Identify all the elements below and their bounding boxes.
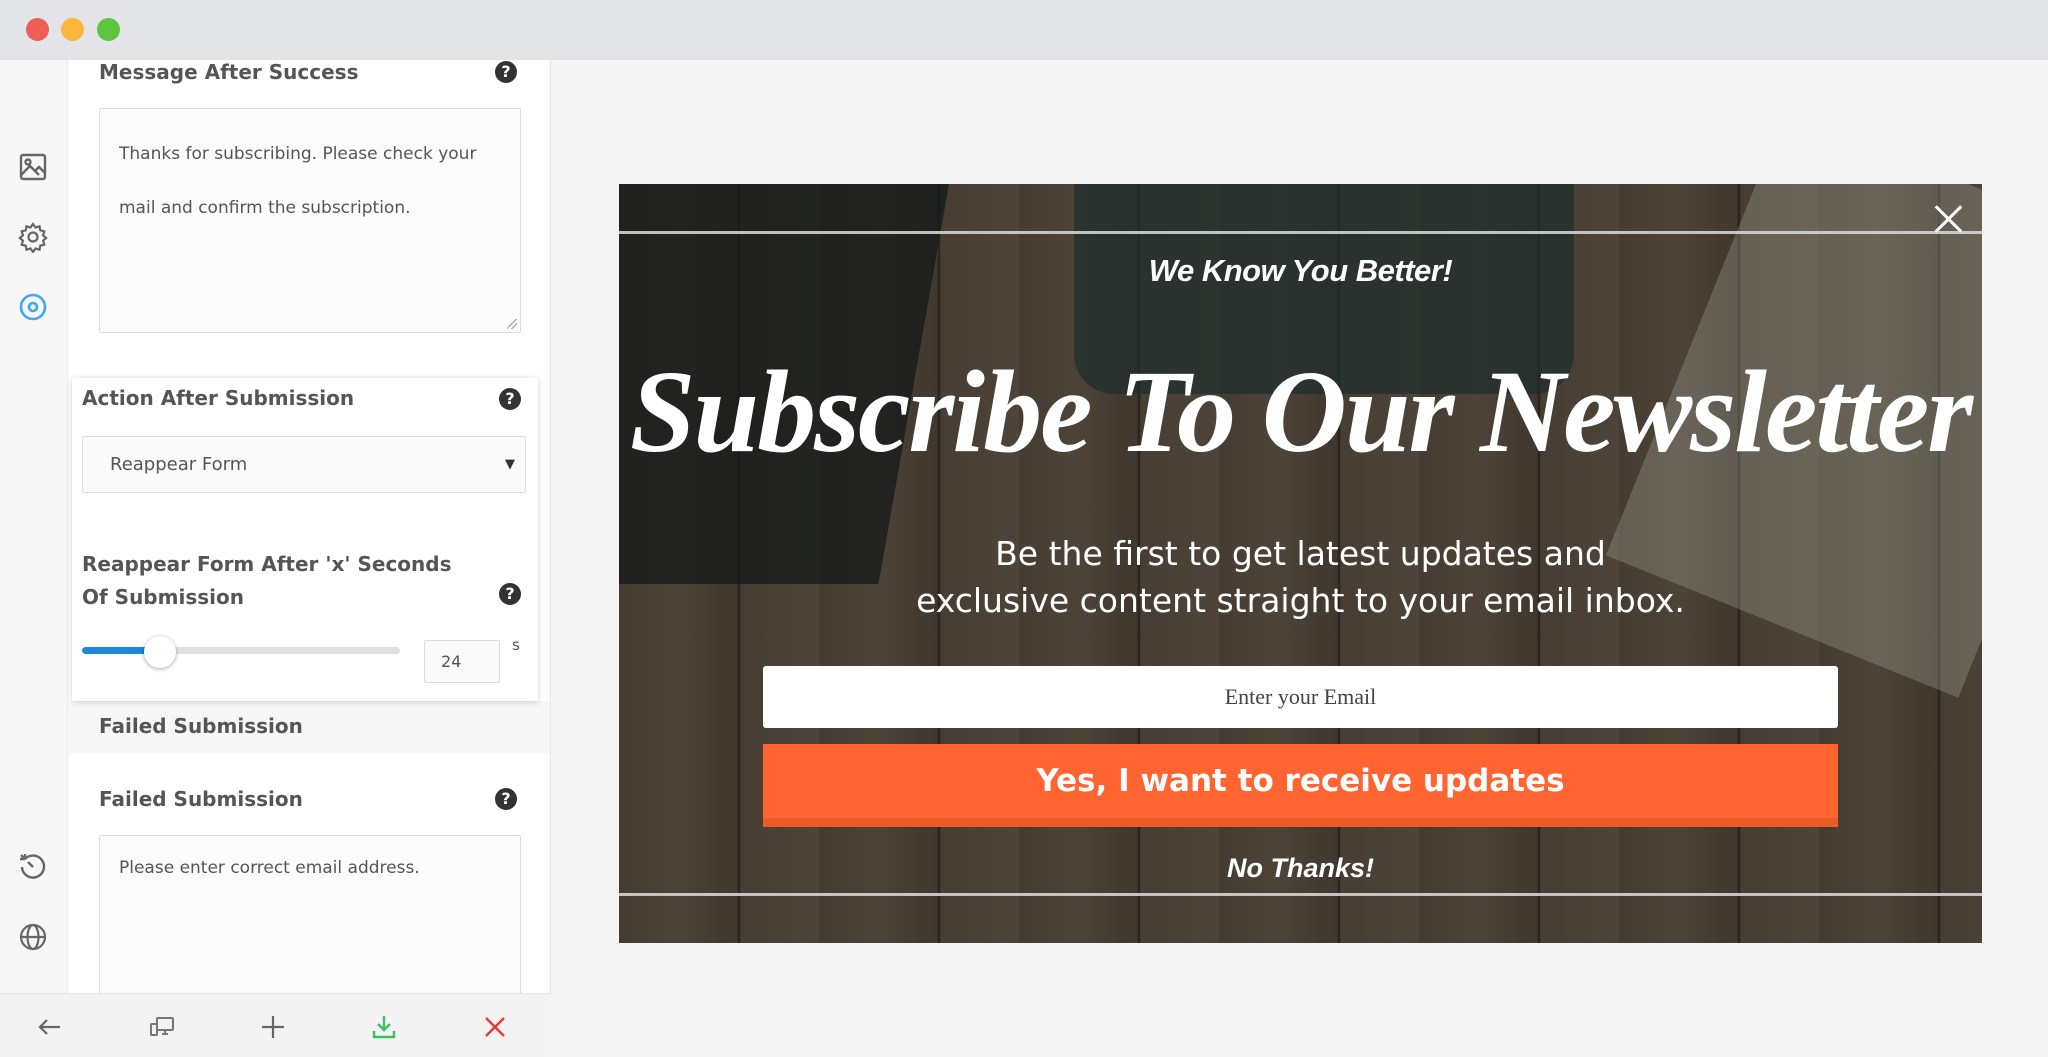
responsive-preview-button[interactable] (147, 1012, 177, 1042)
history-icon[interactable] (16, 850, 50, 884)
newsletter-popup: We Know You Better! Subscribe To Our New… (619, 184, 1982, 943)
panel-footer-toolbar (0, 993, 551, 1057)
selected-option: Reappear Form (110, 454, 248, 475)
add-button[interactable] (258, 1012, 288, 1042)
globe-icon[interactable] (16, 920, 50, 954)
failed-submission-section-header[interactable]: Failed Submission (68, 701, 550, 753)
top-divider (619, 231, 1982, 234)
popup-headline: Subscribe To Our Newsletter (629, 346, 1973, 477)
action-after-submission-label: Action After Submission (82, 386, 355, 410)
help-icon[interactable]: ? (495, 788, 517, 810)
reappear-delay-input[interactable]: 24 (424, 640, 500, 683)
close-icon (485, 1017, 505, 1037)
plus-icon (262, 1016, 284, 1038)
popup-close-icon[interactable] (1934, 204, 1964, 234)
message-after-success-label: Message After Success (99, 60, 359, 84)
back-arrow-icon (38, 1019, 60, 1035)
popup-eyebrow: We Know You Better! (1148, 253, 1453, 288)
popup-subtext: Be the first to get latest updates and e… (619, 530, 1982, 624)
slider-thumb[interactable] (143, 636, 176, 668)
close-editor-button[interactable] (480, 1012, 510, 1042)
failed-submission-label: Failed Submission (99, 787, 303, 811)
window-maximize-button[interactable] (97, 18, 120, 41)
target-icon[interactable] (16, 290, 50, 324)
window-close-button[interactable] (26, 18, 49, 41)
back-button[interactable] (35, 1012, 65, 1042)
action-after-submission-select[interactable]: Reappear Form ▼ (82, 436, 526, 493)
popup-subtext-line-2: exclusive content straight to your email… (916, 581, 1685, 620)
reappear-delay-label: Reappear Form After 'x' Seconds Of Submi… (82, 552, 452, 609)
gear-icon[interactable] (16, 220, 50, 254)
resize-handle[interactable] (507, 319, 517, 329)
help-icon[interactable]: ? (499, 583, 521, 605)
no-thanks-link[interactable]: No Thanks! (619, 853, 1982, 884)
chevron-down-icon: ▼ (505, 457, 515, 472)
failed-submission-textarea[interactable]: Please enter correct email address. (99, 835, 521, 993)
reappear-delay-slider[interactable] (82, 636, 400, 668)
seconds-unit-label: s (512, 636, 520, 654)
message-after-success-textarea[interactable]: Thanks for subscribing. Please check you… (99, 108, 521, 333)
window-titlebar (0, 0, 2048, 60)
failed-submission-text: Please enter correct email address. (119, 858, 420, 878)
email-input[interactable] (763, 666, 1838, 728)
bottom-divider (619, 893, 1982, 896)
failed-submission-section-title: Failed Submission (99, 714, 303, 738)
icon-rail (0, 60, 68, 993)
action-after-submission-card: Action After Submission ? Reappear Form … (72, 378, 538, 701)
image-icon[interactable] (16, 150, 50, 184)
help-icon[interactable]: ? (499, 388, 521, 410)
responsive-devices-icon (150, 1017, 174, 1036)
popup-subtext-line-1: Be the first to get latest updates and (995, 534, 1606, 573)
download-icon (372, 1016, 396, 1039)
subscribe-button[interactable]: Yes, I want to receive updates (763, 744, 1838, 827)
help-icon[interactable]: ? (495, 61, 517, 83)
window-minimize-button[interactable] (61, 18, 84, 41)
message-after-success-text: Thanks for subscribing. Please check you… (119, 144, 477, 218)
save-button[interactable] (369, 1012, 399, 1042)
